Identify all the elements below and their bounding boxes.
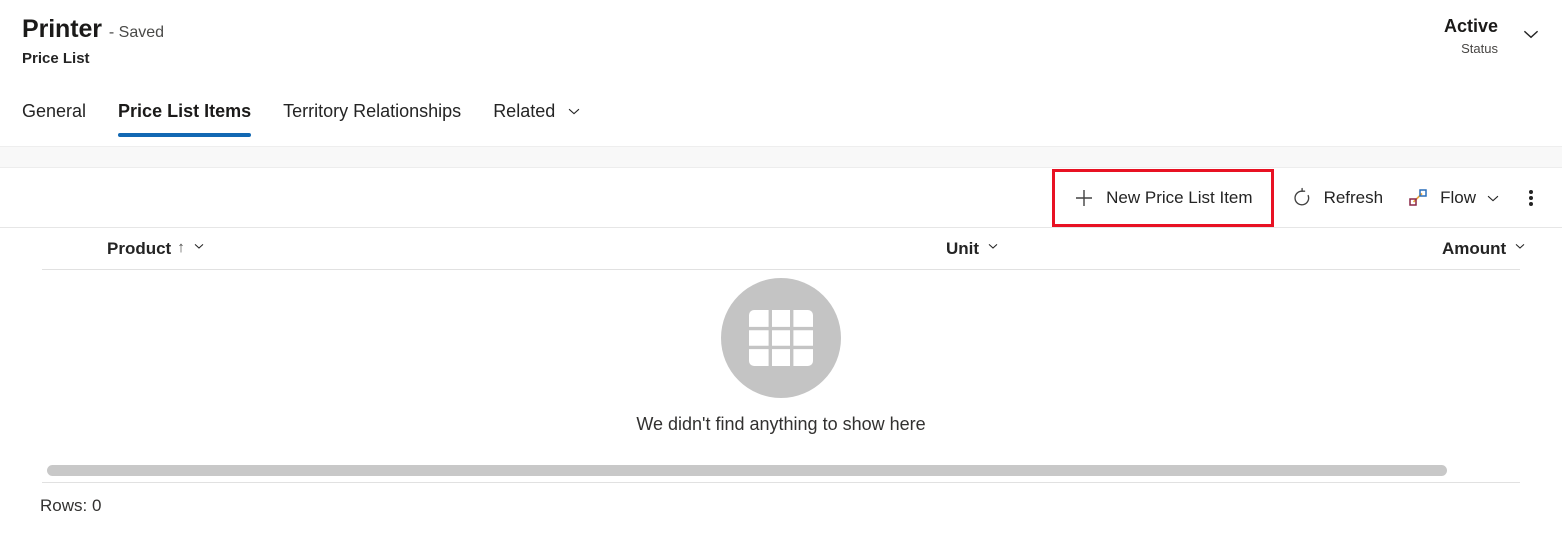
record-header-left: Printer - Saved Price List	[22, 14, 164, 68]
grid-empty-message: We didn't find anything to show here	[636, 414, 926, 434]
scrollbar-thumb[interactable]	[47, 465, 1447, 476]
status-label: Status	[1461, 41, 1498, 56]
overflow-dot	[1529, 195, 1533, 200]
more-vertical-icon[interactable]	[1514, 176, 1548, 220]
plus-icon	[1073, 187, 1095, 209]
flow-button[interactable]: Flow	[1395, 176, 1514, 220]
chevron-down-icon[interactable]	[1512, 238, 1528, 259]
record-entity-name: Price List	[22, 50, 90, 67]
record-saved-state: - Saved	[108, 24, 165, 41]
table-grid-icon	[721, 278, 841, 398]
record-title-row: Printer - Saved	[22, 14, 164, 44]
tab-general[interactable]: General	[22, 88, 103, 134]
tab-related[interactable]: Related	[493, 88, 600, 134]
refresh-icon	[1291, 187, 1313, 209]
record-header: Printer - Saved Price List Active Status	[0, 0, 1562, 88]
section-separator-band	[0, 146, 1562, 168]
new-price-list-item-label: New Price List Item	[1106, 187, 1253, 207]
tab-territory-relationships[interactable]: Territory Relationships	[283, 88, 478, 134]
overflow-dot	[1529, 189, 1533, 194]
column-header-amount[interactable]: Amount	[1442, 228, 1528, 269]
tab-price-list-items[interactable]: Price List Items	[118, 88, 268, 137]
power-automate-flow-icon	[1407, 187, 1429, 209]
grid-empty-state: We didn't find anything to show here	[0, 270, 1562, 463]
tab-label: Territory Relationships	[283, 100, 462, 121]
scrollbar-track[interactable]	[42, 465, 1520, 476]
column-header-product[interactable]: Product ↑	[107, 228, 207, 269]
column-header-label: Unit	[946, 238, 980, 258]
column-header-label: Product	[107, 238, 172, 258]
page-title: Printer	[22, 15, 102, 43]
grid-horizontal-scrollbar[interactable]	[42, 463, 1520, 483]
chevron-down-icon	[1484, 189, 1502, 207]
flow-label: Flow	[1440, 187, 1476, 207]
refresh-button[interactable]: Refresh	[1279, 176, 1396, 220]
refresh-label: Refresh	[1323, 187, 1384, 207]
sort-ascending-icon: ↑	[177, 239, 185, 256]
status-value: Active	[1443, 16, 1498, 36]
grid-header-row: Product ↑ Unit Amount	[42, 228, 1525, 270]
tab-label: Related	[493, 100, 556, 121]
chevron-down-icon[interactable]	[191, 238, 207, 259]
status-block[interactable]: Active Status	[1444, 15, 1498, 58]
chevron-down-icon	[565, 102, 583, 120]
grid-command-bar: New Price List Item Refresh Flow	[0, 168, 1562, 228]
overflow-dot	[1529, 201, 1533, 206]
grid-footer: Rows: 0	[0, 483, 1562, 529]
column-header-unit[interactable]: Unit	[946, 228, 1001, 269]
column-header-label: Amount	[1442, 238, 1507, 258]
chevron-down-icon[interactable]	[985, 238, 1001, 259]
record-tab-list: General Price List Items Territory Relat…	[0, 88, 1562, 146]
chevron-down-icon[interactable]	[1518, 21, 1544, 47]
tab-label: General	[22, 100, 87, 121]
tab-label: Price List Items	[118, 100, 252, 121]
record-header-right: Active Status	[1444, 15, 1544, 58]
price-list-items-grid: Product ↑ Unit Amount We didn't find any…	[0, 228, 1562, 529]
row-count-label: Rows: 0	[40, 496, 102, 515]
new-price-list-item-button[interactable]: New Price List Item	[1052, 168, 1274, 227]
